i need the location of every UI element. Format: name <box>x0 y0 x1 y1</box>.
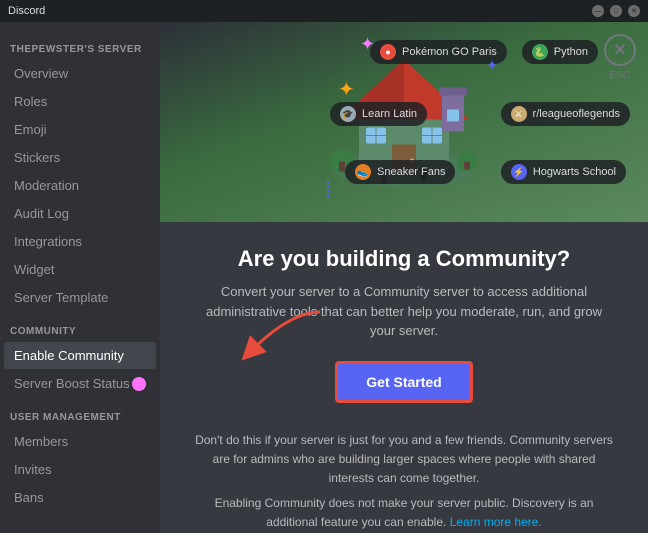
close-button[interactable]: ✕ <box>604 34 636 66</box>
sidebar-item-integrations[interactable]: Integrations <box>4 228 156 255</box>
dots-decoration: ⁞ <box>325 177 333 203</box>
badge-python: 🐍 Python <box>522 40 598 64</box>
page-title: Are you building a Community? <box>192 246 616 272</box>
server-name-header: THEPEWSTER'S SERVER <box>0 30 160 59</box>
esc-label: ESC <box>609 70 630 81</box>
badge-pokemon-label: Pokémon GO Paris <box>402 46 497 58</box>
sidebar-item-roles[interactable]: Roles <box>4 88 156 115</box>
badge-sneaker-label: Sneaker Fans <box>377 166 445 178</box>
sidebar-item-moderation[interactable]: Moderation <box>4 172 156 199</box>
community-section-header: COMMUNITY <box>0 312 160 341</box>
warning-text: Don't do this if your server is just for… <box>192 431 616 489</box>
sidebar-item-overview[interactable]: Overview <box>4 60 156 87</box>
title-bar: Discord — □ ✕ <box>0 0 648 22</box>
app-title: Discord <box>8 5 45 17</box>
server-boost-label: Server Boost Status <box>14 376 130 391</box>
star-blue-decoration: ✦ <box>486 57 498 74</box>
main-content: ● Pokémon GO Paris 🐍 Python 🎓 Learn Lati… <box>160 22 648 533</box>
badge-sneaker: 👟 Sneaker Fans <box>345 160 455 184</box>
badge-hogwarts: ⚡ Hogwarts School <box>501 160 626 184</box>
badge-hogwarts-label: Hogwarts School <box>533 166 616 178</box>
sidebar-item-widget[interactable]: Widget <box>4 256 156 283</box>
sidebar-item-server-template[interactable]: Server Template <box>4 284 156 311</box>
sidebar-item-invites[interactable]: Invites <box>4 456 156 483</box>
sidebar-item-server-boost[interactable]: Server Boost Status <box>4 370 156 397</box>
sidebar-item-members[interactable]: Members <box>4 428 156 455</box>
sidebar-item-bans[interactable]: Bans <box>4 484 156 511</box>
badge-latin: 🎓 Learn Latin <box>330 102 427 126</box>
badge-lol: ⚔ r/leagueoflegends <box>501 102 630 126</box>
window-close-button[interactable]: ✕ <box>628 5 640 17</box>
sidebar-item-delete-server[interactable]: Delete Server <box>4 529 156 533</box>
sidebar-item-stickers[interactable]: Stickers <box>4 144 156 171</box>
get-started-button[interactable]: Get Started <box>335 361 472 403</box>
sidebar: THEPEWSTER'S SERVER Overview Roles Emoji… <box>0 22 160 533</box>
user-management-header: USER MANAGEMENT <box>0 398 160 427</box>
sidebar-item-enable-community[interactable]: Enable Community <box>4 342 156 369</box>
minimize-button[interactable]: — <box>592 5 604 17</box>
sidebar-item-emoji[interactable]: Emoji <box>4 116 156 143</box>
badge-latin-label: Learn Latin <box>362 108 417 120</box>
boost-icon <box>132 377 146 391</box>
learn-more-link[interactable]: Learn more here. <box>450 515 542 529</box>
content-section: Are you building a Community? Convert yo… <box>160 222 648 419</box>
badge-lol-label: r/leagueoflegends <box>533 108 620 120</box>
sidebar-item-audit-log[interactable]: Audit Log <box>4 200 156 227</box>
app-body: THEPEWSTER'S SERVER Overview Roles Emoji… <box>0 22 648 533</box>
badge-python-label: Python <box>554 46 588 58</box>
window-controls: — □ ✕ <box>592 5 640 17</box>
warning-section: Don't do this if your server is just for… <box>160 419 648 533</box>
maximize-button[interactable]: □ <box>610 5 622 17</box>
star-pink-decoration: ✦ <box>360 34 375 55</box>
star-decoration: ✦ <box>338 77 355 102</box>
page-description: Convert your server to a Community serve… <box>192 282 616 341</box>
illustration-area: ● Pokémon GO Paris 🐍 Python 🎓 Learn Lati… <box>160 22 648 222</box>
enable-note: Enabling Community does not make your se… <box>192 494 616 532</box>
